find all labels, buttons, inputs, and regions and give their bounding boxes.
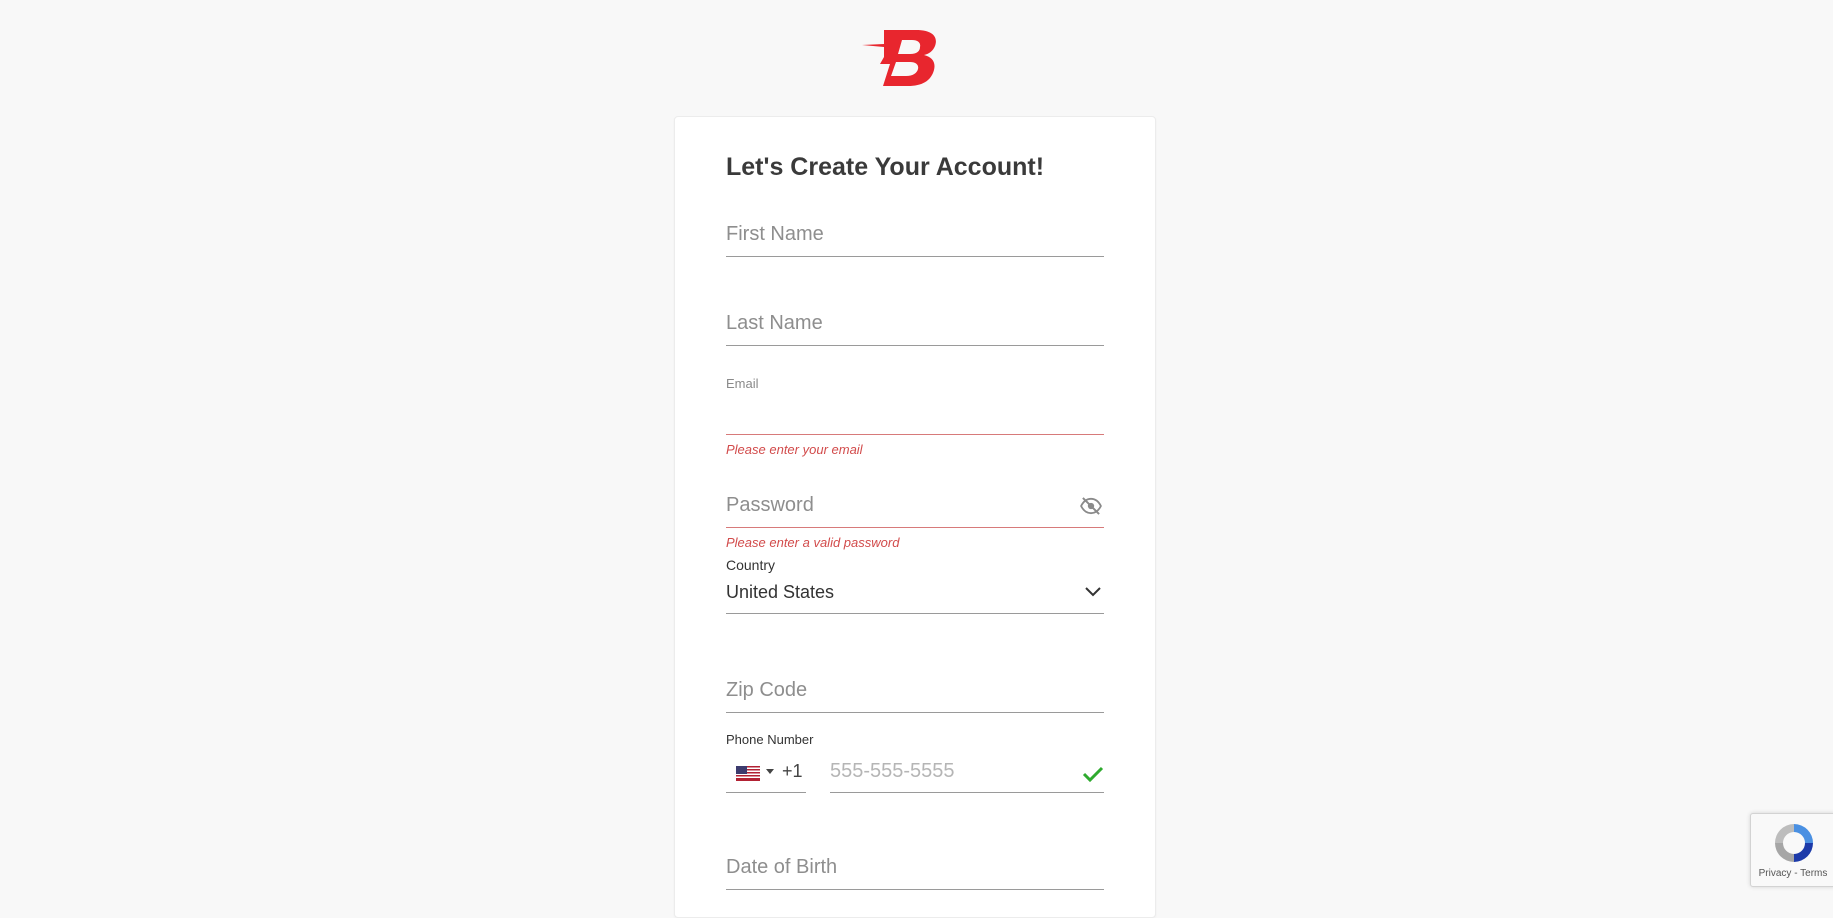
date-of-birth-placeholder[interactable]: Date of Birth — [726, 856, 837, 879]
signup-card: Let's Create Your Account! First Name La… — [674, 116, 1156, 918]
last-name-field[interactable]: Last Name — [726, 306, 1104, 348]
country-label: Country — [726, 557, 776, 573]
password-placeholder[interactable]: Password — [726, 494, 814, 517]
eye-slash-icon[interactable] — [1080, 497, 1102, 515]
phone-label: Phone Number — [726, 732, 814, 747]
zip-code-placeholder[interactable]: Zip Code — [726, 679, 807, 702]
phone-field: Phone Number +1 555-555-5555 — [726, 732, 1104, 822]
first-name-underline — [726, 256, 1104, 257]
phone-dial-code: +1 — [782, 761, 803, 781]
phone-country-selector[interactable]: +1 — [726, 751, 806, 793]
zip-code-field[interactable]: Zip Code — [726, 673, 1104, 715]
page-title: Let's Create Your Account! — [726, 153, 1045, 181]
recaptcha-links[interactable]: Privacy - Terms — [1751, 868, 1833, 879]
last-name-underline — [726, 345, 1104, 346]
password-error: Please enter a valid password — [726, 535, 900, 550]
password-underline — [726, 527, 1104, 528]
first-name-field[interactable]: First Name — [726, 217, 1104, 259]
zip-code-underline — [726, 712, 1104, 713]
us-flag-icon — [736, 766, 760, 781]
country-select[interactable]: Country United States — [726, 557, 1104, 614]
country-value[interactable]: United States — [726, 582, 834, 603]
recaptcha-badge[interactable]: Privacy - Terms — [1750, 813, 1833, 887]
country-underline — [726, 613, 1104, 614]
password-field[interactable]: Password Please enter a valid password — [726, 488, 1104, 558]
email-error: Please enter your email — [726, 442, 863, 457]
email-field[interactable]: Email Please enter your email — [726, 376, 1104, 466]
phone-number-input[interactable]: 555-555-5555 — [830, 751, 1104, 793]
email-label: Email — [726, 376, 759, 391]
date-of-birth-underline — [726, 889, 1104, 890]
check-icon — [1082, 766, 1104, 783]
recaptcha-icon — [1775, 824, 1813, 862]
chevron-down-icon[interactable] — [1084, 586, 1102, 598]
brand-logo — [862, 30, 936, 86]
phone-number-underline — [830, 792, 1104, 793]
last-name-placeholder[interactable]: Last Name — [726, 312, 823, 335]
caret-down-icon — [766, 769, 774, 774]
first-name-placeholder[interactable]: First Name — [726, 223, 824, 246]
phone-number-placeholder[interactable]: 555-555-5555 — [830, 760, 955, 783]
date-of-birth-field[interactable]: Date of Birth — [726, 850, 1104, 892]
email-underline — [726, 434, 1104, 435]
phone-country-underline — [726, 792, 806, 793]
